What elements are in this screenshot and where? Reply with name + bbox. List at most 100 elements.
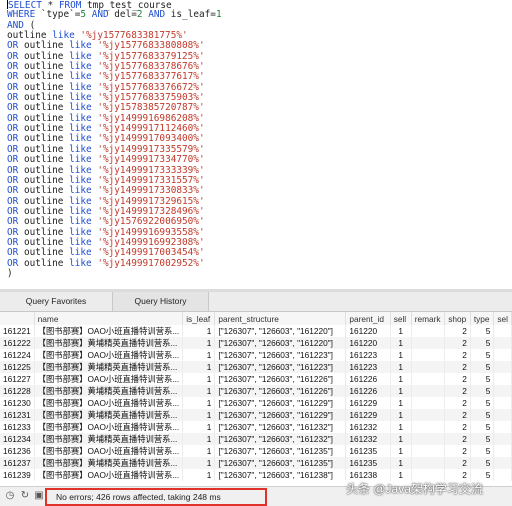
table-cell[interactable]: 1 [182,337,216,349]
table-cell[interactable] [493,469,512,481]
table-cell[interactable] [493,457,512,469]
column-header[interactable]: type [470,312,495,325]
table-cell[interactable]: 【图书部赛】OAO小班直播特训营系... [34,469,184,481]
table-cell[interactable]: 2 [444,409,471,421]
table-cell[interactable]: 161235 [345,445,391,457]
table-cell[interactable]: 1 [390,409,412,421]
table-cell[interactable]: 1 [182,433,216,445]
table-cell[interactable]: ["126307", "126603", "161235"] [214,457,347,469]
table-cell[interactable]: 161220 [345,337,391,349]
table-row[interactable]: 161234 【图书部赛】黄埔精英直播特训营系... 1 ["126307", "12… [0,433,512,445]
table-cell[interactable]: 161232 [345,421,391,433]
table-cell[interactable]: 1 [390,397,412,409]
table-cell[interactable]: 2 [444,421,471,433]
history-icon[interactable]: ◷ [4,490,16,502]
table-cell[interactable]: 5 [470,409,495,421]
table-cell[interactable]: 5 [470,397,495,409]
table-cell[interactable]: 2 [444,385,471,397]
column-header[interactable]: sel [493,312,512,325]
table-cell[interactable]: ["126307", "126603", "161235"] [214,445,347,457]
table-cell[interactable]: 161222 [0,337,35,349]
table-cell[interactable] [411,397,446,409]
table-cell[interactable]: 161237 [0,457,35,469]
table-cell[interactable]: ["126307", "126603", "161220"] [214,337,347,349]
table-cell[interactable] [493,373,512,385]
table-cell[interactable]: 5 [470,337,495,349]
table-cell[interactable]: 【图书部赛】OAO小班直播特训营系... [34,349,184,361]
table-cell[interactable]: ["126307", "126603", "161232"] [214,433,347,445]
table-cell[interactable]: 【图书部赛】黄埔精英直播特训营系... [34,337,184,349]
table-cell[interactable]: 1 [390,385,412,397]
table-cell[interactable] [493,337,512,349]
table-row[interactable]: 161227 【图书部赛】OAO小班直播特训营系... 1 ["126307", "1… [0,373,512,385]
table-cell[interactable]: 1 [182,445,216,457]
table-cell[interactable]: 161227 [0,373,35,385]
table-cell[interactable] [493,421,512,433]
table-cell[interactable] [411,445,446,457]
table-cell[interactable]: 161228 [0,385,35,397]
table-cell[interactable]: 1 [390,337,412,349]
table-cell[interactable]: 【图书部赛】OAO小班直播特训营系... [34,397,184,409]
table-cell[interactable] [411,325,446,337]
export-icon[interactable]: ▣ [33,490,45,502]
table-cell[interactable]: 【图书部赛】黄埔精英直播特训营系... [34,385,184,397]
table-cell[interactable]: 1 [390,457,412,469]
table-cell[interactable]: 161220 [345,325,391,337]
table-cell[interactable]: 161223 [345,361,391,373]
table-cell[interactable]: 2 [444,397,471,409]
table-cell[interactable]: 【图书部赛】黄埔精英直播特训营系... [34,409,184,421]
table-cell[interactable] [493,349,512,361]
table-cell[interactable]: 1 [182,421,216,433]
table-cell[interactable]: 1 [182,373,216,385]
column-header[interactable]: shop [444,312,471,325]
table-cell[interactable] [411,409,446,421]
table-cell[interactable]: 2 [444,325,471,337]
table-row[interactable]: 161236 【图书部赛】OAO小班直播特训营系... 1 ["126307", "1… [0,445,512,457]
table-cell[interactable]: 161236 [0,445,35,457]
table-cell[interactable]: ["126307", "126603", "161226"] [214,373,347,385]
table-cell[interactable]: ["126307", "126603", "161226"] [214,385,347,397]
table-cell[interactable]: 2 [444,349,471,361]
table-cell[interactable]: 161233 [0,421,35,433]
table-cell[interactable]: 1 [182,409,216,421]
table-cell[interactable]: 【图书部赛】OAO小班直播特训营系... [34,445,184,457]
table-cell[interactable]: 5 [470,421,495,433]
table-cell[interactable]: 2 [444,337,471,349]
table-cell[interactable]: 【图书部赛】黄埔精英直播特训营系... [34,433,184,445]
table-cell[interactable]: 2 [444,361,471,373]
table-cell[interactable]: 5 [470,325,495,337]
column-header[interactable]: remark [411,312,446,325]
column-header[interactable]: parent_id [345,312,391,325]
table-row[interactable]: 161237 【图书部赛】黄埔精英直播特训营系... 1 ["126307", "12… [0,457,512,469]
table-cell[interactable] [411,457,446,469]
table-cell[interactable] [411,361,446,373]
table-cell[interactable]: 5 [470,373,495,385]
table-cell[interactable] [411,337,446,349]
column-header[interactable]: name [34,312,184,325]
table-cell[interactable] [411,421,446,433]
table-cell[interactable] [411,433,446,445]
table-cell[interactable]: 161235 [345,457,391,469]
table-cell[interactable]: 1 [182,397,216,409]
table-cell[interactable]: 【图书部赛】黄埔精英直播特训营系... [34,457,184,469]
table-cell[interactable]: ["126307", "126603", "161223"] [214,361,347,373]
table-cell[interactable]: 161226 [345,373,391,385]
table-row[interactable]: 161222 【图书部赛】黄埔精英直播特训营系... 1 ["126307", "12… [0,337,512,349]
table-cell[interactable] [411,349,446,361]
table-cell[interactable] [411,373,446,385]
table-row[interactable]: 161231 【图书部赛】黄埔精英直播特训营系... 1 ["126307", "12… [0,409,512,421]
table-row[interactable]: 161224 【图书部赛】OAO小班直播特训营系... 1 ["126307", "1… [0,349,512,361]
refresh-icon[interactable]: ↻ [19,490,31,502]
table-row[interactable]: 161228 【图书部赛】黄埔精英直播特训营系... 1 ["126307", "12… [0,385,512,397]
table-cell[interactable]: 【图书部赛】OAO小班直播特训营系... [34,373,184,385]
table-cell[interactable]: 161231 [0,409,35,421]
table-cell[interactable] [493,445,512,457]
results-grid[interactable]: name is_leaf parent_structure parent_id sell… [0,312,512,485]
table-cell[interactable]: 161229 [345,409,391,421]
table-cell[interactable]: 【图书部赛】OAO小班直播特训营系... [34,325,184,337]
table-cell[interactable]: 161225 [0,361,35,373]
table-cell[interactable]: 1 [390,349,412,361]
table-cell[interactable]: 161221 [0,325,35,337]
table-cell[interactable]: 2 [444,433,471,445]
table-row[interactable]: 161225 【图书部赛】黄埔精英直播特训营系... 1 ["126307", "12… [0,361,512,373]
